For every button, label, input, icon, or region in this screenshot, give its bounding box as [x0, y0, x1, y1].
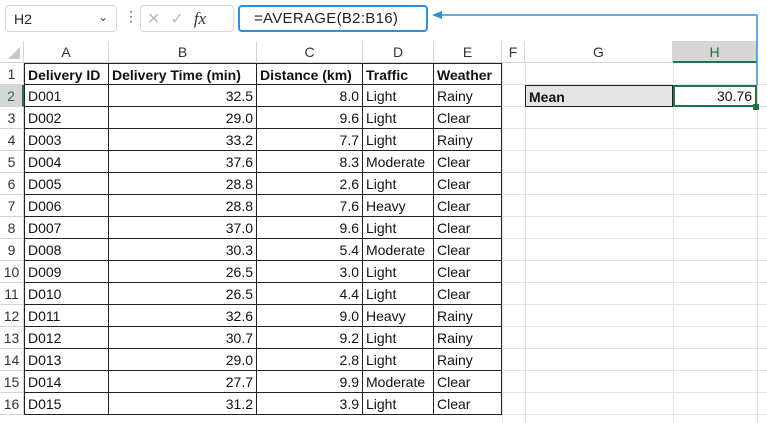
annotation-arrow — [432, 11, 758, 85]
